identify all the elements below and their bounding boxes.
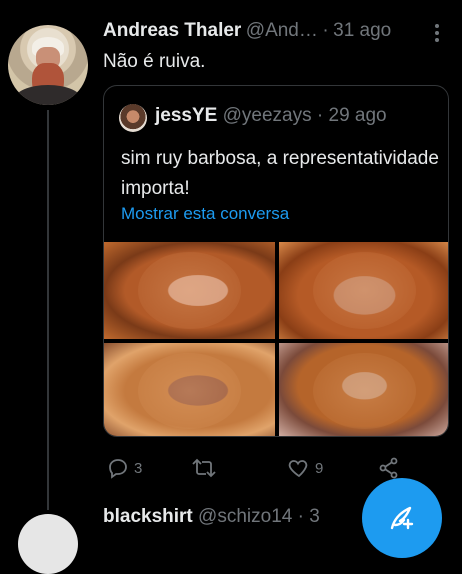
quoted-author-avatar [119,104,147,132]
thread-line [47,110,49,510]
quoted-tweet-header: jessYE @yeezays · 29 ago [155,105,387,127]
reply-count: 3 [134,459,143,477]
separator: · [297,506,304,527]
compose-icon [390,506,414,530]
heart-icon [288,460,308,478]
next-author-handle[interactable]: @schizo14 [198,506,292,527]
share-button[interactable] [377,456,401,480]
tweet-time[interactable]: 31 ago [333,20,391,41]
quoted-photo-2[interactable] [279,242,448,339]
retweet-icon [192,458,216,478]
quoted-photo-1[interactable] [104,242,275,339]
author-avatar[interactable] [8,25,88,105]
quoted-photo-3[interactable] [104,343,275,436]
quoted-tweet-time: 29 ago [328,105,387,126]
next-tweet-header: blackshirt @schizo14 · 3 [103,506,320,528]
retweet-button[interactable] [191,456,221,480]
separator: · [316,105,324,126]
separator: · [322,20,329,41]
author-name[interactable]: Andreas Thaler [103,20,241,41]
compose-button[interactable] [362,478,442,558]
next-tweet-time[interactable]: 3 [309,506,320,527]
next-author-avatar[interactable] [18,514,78,574]
quoted-photo-4[interactable] [279,343,448,436]
next-author-name[interactable]: blackshirt [103,506,193,527]
quoted-tweet[interactable]: jessYE @yeezays · 29 ago sim ruy barbosa… [103,85,449,437]
author-handle[interactable]: @And… [246,20,318,41]
like-button[interactable]: 9 [287,456,323,480]
show-thread-link[interactable]: Mostrar esta conversa [121,204,289,224]
reply-icon [109,459,127,479]
tweet-text: Não é ruiva. [103,51,206,72]
quoted-author-handle: @yeezays [222,105,312,126]
quoted-author-name: jessYE [155,105,218,126]
more-vertical-icon[interactable] [430,22,444,44]
reply-button[interactable]: 3 [106,456,142,480]
like-count: 9 [315,459,324,477]
tweet-header: Andreas Thaler @And… · 31 ago [103,20,391,42]
quoted-tweet-text: sim ruy barbosa, a representatividade im… [121,148,439,199]
share-icon [379,457,398,479]
